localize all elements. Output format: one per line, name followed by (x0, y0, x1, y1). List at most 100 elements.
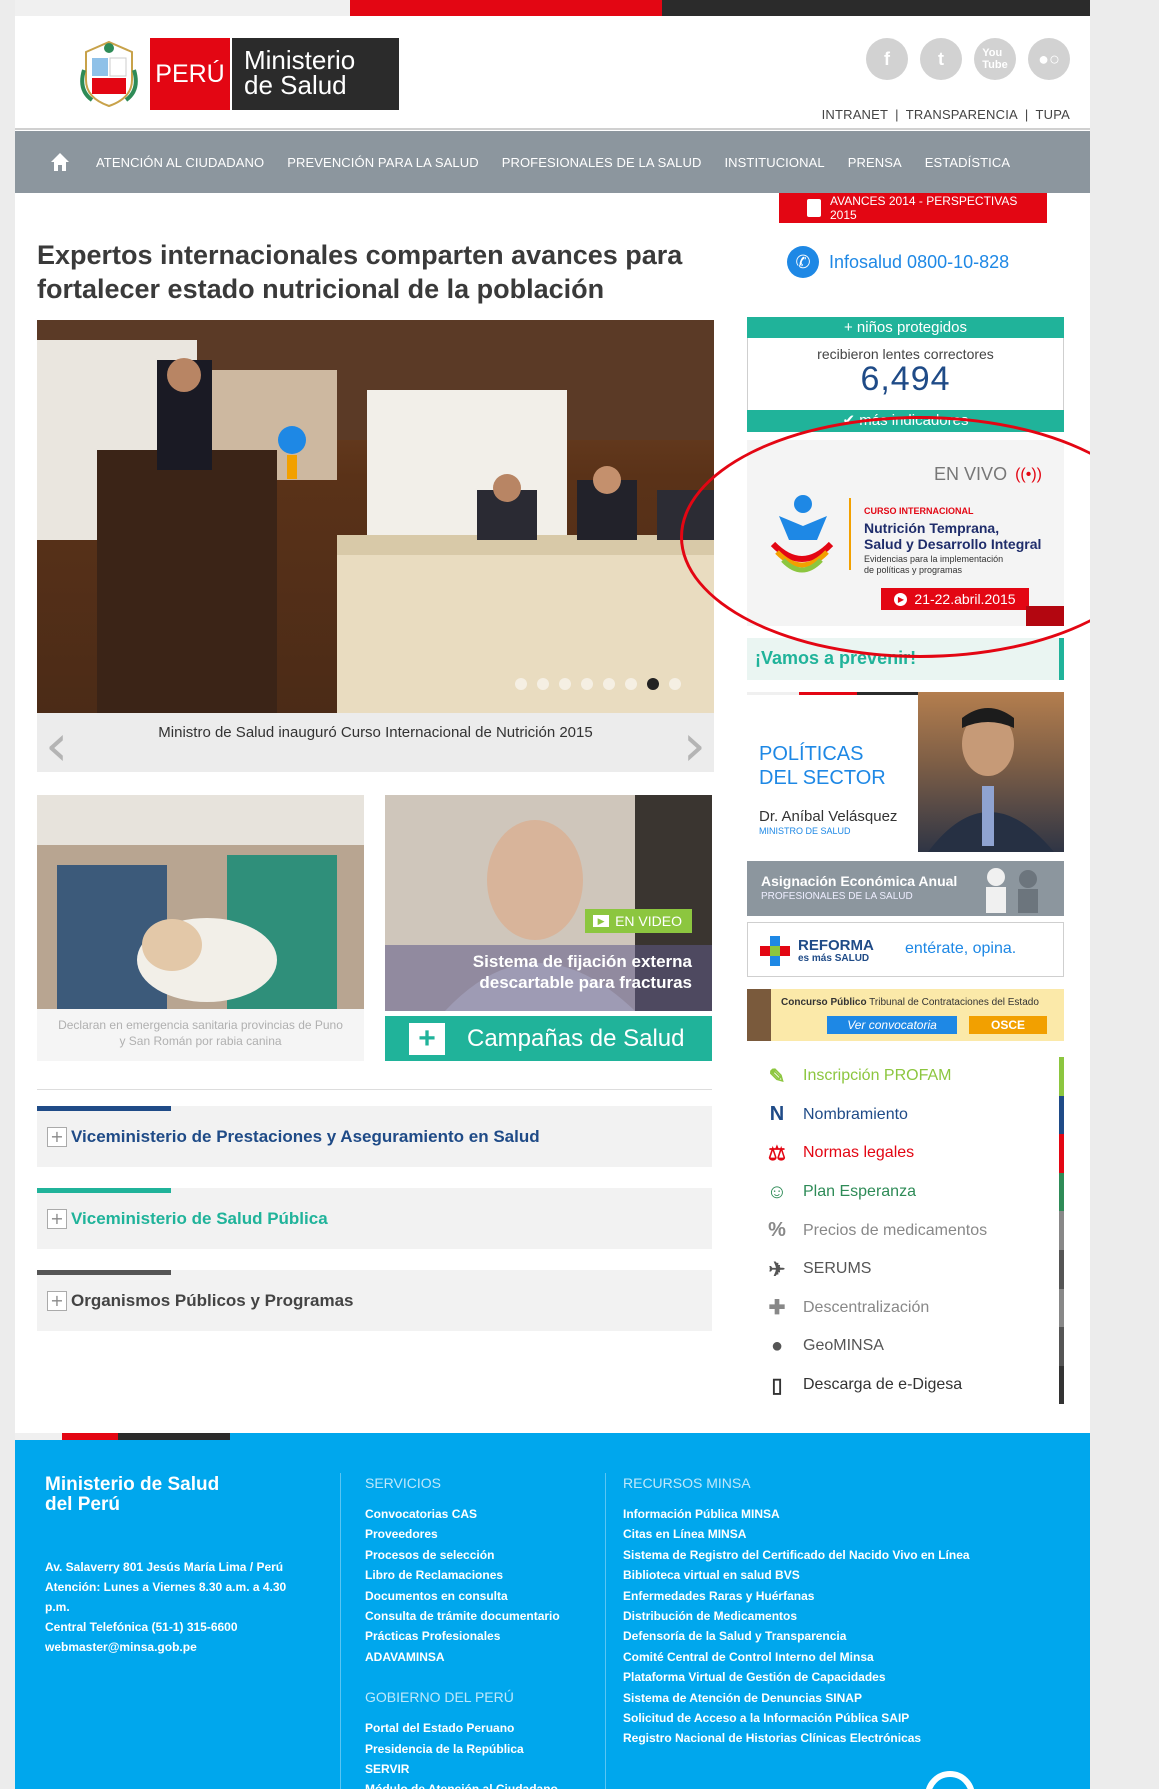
slider-dot[interactable] (669, 678, 681, 690)
news-card-rabia[interactable]: Declaran en emergencia sanitaria provinc… (37, 795, 364, 1061)
quick-link-item[interactable]: ☺ Plan Esperanza (747, 1172, 1064, 1212)
footer-link[interactable]: Portal del Estado Peruano (365, 1718, 595, 1738)
nav-prensa[interactable]: PRENSA (848, 155, 902, 170)
footer-link[interactable]: Registro Nacional de Historias Clínicas … (623, 1728, 1063, 1748)
quick-link-color-bar (1059, 1288, 1064, 1328)
expand-plus-icon[interactable]: + (47, 1127, 67, 1147)
footer-address: Av. Salaverry 801 Jesús María Lima / Per… (45, 1560, 284, 1574)
quick-link-item[interactable]: N Nombramiento (747, 1095, 1064, 1135)
footer-link[interactable]: Convocatorias CAS (365, 1504, 595, 1524)
ministerio-label: Ministerio de Salud (230, 38, 399, 110)
footer-link[interactable]: Distribución de Medicamentos (623, 1606, 1063, 1626)
footer-link[interactable]: Plataforma Virtual de Gestión de Capacid… (623, 1667, 1063, 1687)
footer-link[interactable]: Módulo de Atención al Ciudadano (365, 1779, 595, 1789)
content-divider (37, 1089, 712, 1090)
video-title[interactable]: Sistema de fijación externa descartable … (473, 951, 692, 993)
youtube-icon[interactable]: You Tube (974, 38, 1016, 80)
nav-estadistica[interactable]: ESTADÍSTICA (925, 155, 1010, 170)
home-icon[interactable] (50, 152, 70, 172)
flickr-icon[interactable]: ●○ (1028, 38, 1070, 80)
intranet-link[interactable]: INTRANET (822, 107, 889, 122)
accordion-title[interactable]: Organismos Públicos y Programas (71, 1291, 353, 1311)
quick-link-item[interactable]: ⚖ Normas legales (747, 1134, 1064, 1173)
ver-convocatoria-button[interactable]: Ver convocatoria (827, 1016, 957, 1034)
footer-link[interactable]: Consulta de trámite documentario (365, 1606, 595, 1626)
footer-link[interactable]: Citas en Línea MINSA (623, 1524, 1063, 1544)
footer-link[interactable]: Procesos de selección (365, 1545, 595, 1565)
main-headline[interactable]: Expertos internacionales comparten avanc… (37, 238, 717, 306)
campanas-salud-button[interactable]: + Campañas de Salud (385, 1016, 712, 1061)
footer-email[interactable]: webmaster@minsa.gob.pe (45, 1637, 305, 1657)
footer-link[interactable]: Proveedores (365, 1524, 595, 1544)
reforma-salud-banner[interactable]: REFORMA es más SALUD entérate, opina. (747, 922, 1064, 977)
news-photo-dog[interactable] (37, 795, 364, 1009)
quick-link-item[interactable]: % Precios de medicamentos (747, 1211, 1064, 1250)
page: PERÚ Ministerio de Salud f t You Tube ●○ … (15, 0, 1090, 1789)
politicas-sector-card[interactable]: POLÍTICAS DEL SECTOR Dr. Aníbal Velásque… (747, 692, 1064, 852)
footer-link[interactable]: Presidencia de la República (365, 1739, 595, 1759)
quick-link-item[interactable]: ● GeoMINSA (747, 1327, 1064, 1366)
quick-link-item[interactable]: ✈ SERUMS (747, 1249, 1064, 1289)
facebook-icon[interactable]: f (866, 38, 908, 80)
ministerio-line2: de Salud (244, 70, 347, 100)
slider-dot[interactable] (647, 678, 659, 690)
footer-link[interactable]: Solicitud de Acceso a la Información Púb… (623, 1708, 1063, 1728)
slider-dot[interactable] (603, 678, 615, 690)
quick-link-label: Plan Esperanza (803, 1183, 916, 1201)
footer-link[interactable]: SERVIR (365, 1759, 595, 1779)
slider-prev-icon[interactable]: ‹ (45, 716, 68, 772)
footer-link[interactable]: Sistema de Atención de Denuncias SINAP (623, 1688, 1063, 1708)
scroll-top-icon[interactable] (925, 1771, 975, 1789)
transparencia-link[interactable]: TRANSPARENCIA (906, 107, 1018, 122)
slider-caption[interactable]: Ministro de Salud inauguró Curso Interna… (37, 724, 714, 741)
peru-coat-of-arms-icon (80, 40, 138, 108)
footer-link[interactable]: ADAVAMINSA (365, 1647, 595, 1667)
concurso-publico-banner[interactable]: Concurso Público Tribunal de Contratacio… (747, 989, 1064, 1041)
footer-link[interactable]: Defensoría de la Salud y Transparencia (623, 1626, 1063, 1646)
quick-link-item[interactable]: ▯ Descarga de e-Digesa (747, 1365, 1064, 1405)
footer-link[interactable]: Prácticas Profesionales (365, 1626, 595, 1646)
slider-dot[interactable] (515, 678, 527, 690)
accordion-row: + Viceministerio de Prestaciones y Asegu… (47, 1127, 540, 1147)
slide-photo[interactable] (37, 320, 714, 713)
footer-link[interactable]: Biblioteca virtual en salud BVS (623, 1565, 1063, 1585)
accordion-title[interactable]: Viceministerio de Salud Pública (71, 1209, 328, 1229)
news-caption-rabia[interactable]: Declaran en emergencia sanitaria provinc… (37, 1009, 364, 1057)
expand-plus-icon[interactable]: + (47, 1291, 67, 1311)
nav-atencion-ciudadano[interactable]: ATENCIÓN AL CIUDADANO (96, 155, 264, 170)
footer-link[interactable]: Libro de Reclamaciones (365, 1565, 595, 1585)
quick-link-item[interactable]: ✚ Descentralización (747, 1288, 1064, 1328)
footer-link[interactable]: Sistema de Registro del Certificado del … (623, 1545, 1063, 1565)
nav-profesionales[interactable]: PROFESIONALES DE LA SALUD (502, 155, 702, 170)
accordion-title[interactable]: Viceministerio de Prestaciones y Asegura… (71, 1127, 540, 1147)
clipboard-icon (807, 199, 821, 217)
slider-dot[interactable] (537, 678, 549, 690)
slider-dot[interactable] (559, 678, 571, 690)
minsa-logo[interactable]: PERÚ Ministerio de Salud (80, 38, 399, 110)
accordion-organismos-publicos[interactable]: + Organismos Públicos y Programas (37, 1270, 712, 1331)
nav-institucional[interactable]: INSTITUCIONAL (724, 155, 824, 170)
footer-link[interactable]: Comité Central de Control Interno del Mi… (623, 1647, 1063, 1667)
avances-banner[interactable]: AVANCES 2014 - PERSPECTIVAS 2015 (779, 193, 1047, 223)
asignacion-economica-banner[interactable]: Asignación Económica Anual PROFESIONALES… (747, 861, 1064, 916)
video-card[interactable]: ▶ EN VIDEO Sistema de fijación externa d… (385, 795, 712, 1011)
footer-link[interactable]: Información Pública MINSA (623, 1504, 1063, 1524)
accordion-viceministerio-salud-publica[interactable]: + Viceministerio de Salud Pública (37, 1188, 712, 1249)
slider-dot[interactable] (625, 678, 637, 690)
slider-dot[interactable] (581, 678, 593, 690)
quick-link-item[interactable]: ✎ Inscripción PROFAM (747, 1057, 1064, 1096)
video-title-line2: descartable para fracturas (479, 973, 692, 992)
infosalud-link[interactable]: ✆ Infosalud 0800-10-828 (787, 246, 1009, 278)
news-slider[interactable]: Ministro de Salud inauguró Curso Interna… (37, 320, 714, 772)
recursos-title: RECURSOS MINSA (623, 1475, 751, 1491)
slider-next-icon[interactable]: › (683, 716, 706, 772)
footer-link[interactable]: Documentos en consulta (365, 1586, 595, 1606)
twitter-icon[interactable]: t (920, 38, 962, 80)
recursos-list: Información Pública MINSA Citas en Línea … (623, 1504, 1063, 1749)
footer-link[interactable]: Enfermedades Raras y Huérfanas (623, 1586, 1063, 1606)
expand-plus-icon[interactable]: + (47, 1209, 67, 1229)
accordion-viceministerio-prestaciones[interactable]: + Viceministerio de Prestaciones y Asegu… (37, 1106, 712, 1167)
nav-prevencion[interactable]: PREVENCIÓN PARA LA SALUD (287, 155, 478, 170)
tupa-link[interactable]: TUPA (1035, 107, 1070, 122)
indicator-card: + niños protegidos recibieron lentes cor… (747, 317, 1064, 432)
